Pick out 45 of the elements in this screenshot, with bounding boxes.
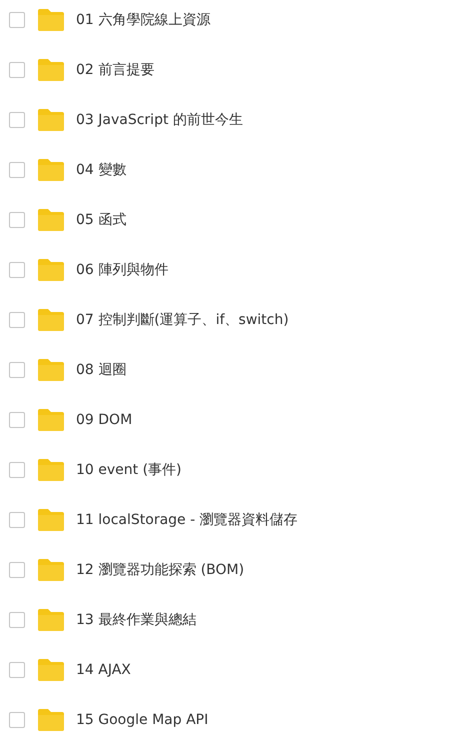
checkbox[interactable]: [9, 612, 25, 628]
checkbox[interactable]: [9, 362, 25, 378]
folder-icon: [38, 509, 64, 531]
folder-name[interactable]: 01 六角學院線上資源: [76, 10, 210, 30]
folder-name[interactable]: 04 變數: [76, 160, 126, 180]
folder-name[interactable]: 08 迴圈: [76, 360, 126, 380]
folder-icon: [38, 659, 64, 681]
folder-icon: [38, 409, 64, 431]
folder-name[interactable]: 13 最終作業與總結: [76, 610, 196, 630]
folder-name[interactable]: 12 瀏覽器功能探索 (BOM): [76, 560, 244, 580]
checkbox[interactable]: [9, 162, 25, 178]
checkbox[interactable]: [9, 462, 25, 478]
folder-name[interactable]: 07 控制判斷(運算子、if、switch): [76, 310, 289, 330]
checkbox[interactable]: [9, 412, 25, 428]
folder-icon: [38, 309, 64, 331]
folder-name[interactable]: 02 前言提要: [76, 60, 154, 80]
folder-icon: [38, 359, 64, 381]
folder-icon: [38, 459, 64, 481]
checkbox[interactable]: [9, 712, 25, 728]
folder-name[interactable]: 14 AJAX: [76, 660, 131, 680]
checkbox[interactable]: [9, 62, 25, 78]
folder-name[interactable]: 15 Google Map API: [76, 710, 208, 730]
folder-icon: [38, 109, 64, 131]
checkbox[interactable]: [9, 112, 25, 128]
folder-icon: [38, 709, 64, 731]
checkbox[interactable]: [9, 262, 25, 278]
folder-name[interactable]: 03 JavaScript 的前世今生: [76, 110, 243, 130]
checkbox[interactable]: [9, 562, 25, 578]
checkbox[interactable]: [9, 312, 25, 328]
folder-icon: [38, 609, 64, 631]
checkbox[interactable]: [9, 212, 25, 228]
folder-icon: [38, 9, 64, 31]
folder-icon: [38, 559, 64, 581]
checkbox[interactable]: [9, 662, 25, 678]
checkbox[interactable]: [9, 512, 25, 528]
folder-icon: [38, 59, 64, 81]
folder-name[interactable]: 09 DOM: [76, 410, 132, 430]
folder-name[interactable]: 06 陣列與物件: [76, 260, 168, 280]
checkbox[interactable]: [9, 12, 25, 28]
folder-icon: [38, 259, 64, 281]
folder-name[interactable]: 11 localStorage - 瀏覽器資料儲存: [76, 510, 298, 530]
folder-icon: [38, 209, 64, 231]
folder-name[interactable]: 05 函式: [76, 210, 126, 230]
folder-name[interactable]: 10 event (事件): [76, 460, 182, 480]
folder-icon: [38, 159, 64, 181]
